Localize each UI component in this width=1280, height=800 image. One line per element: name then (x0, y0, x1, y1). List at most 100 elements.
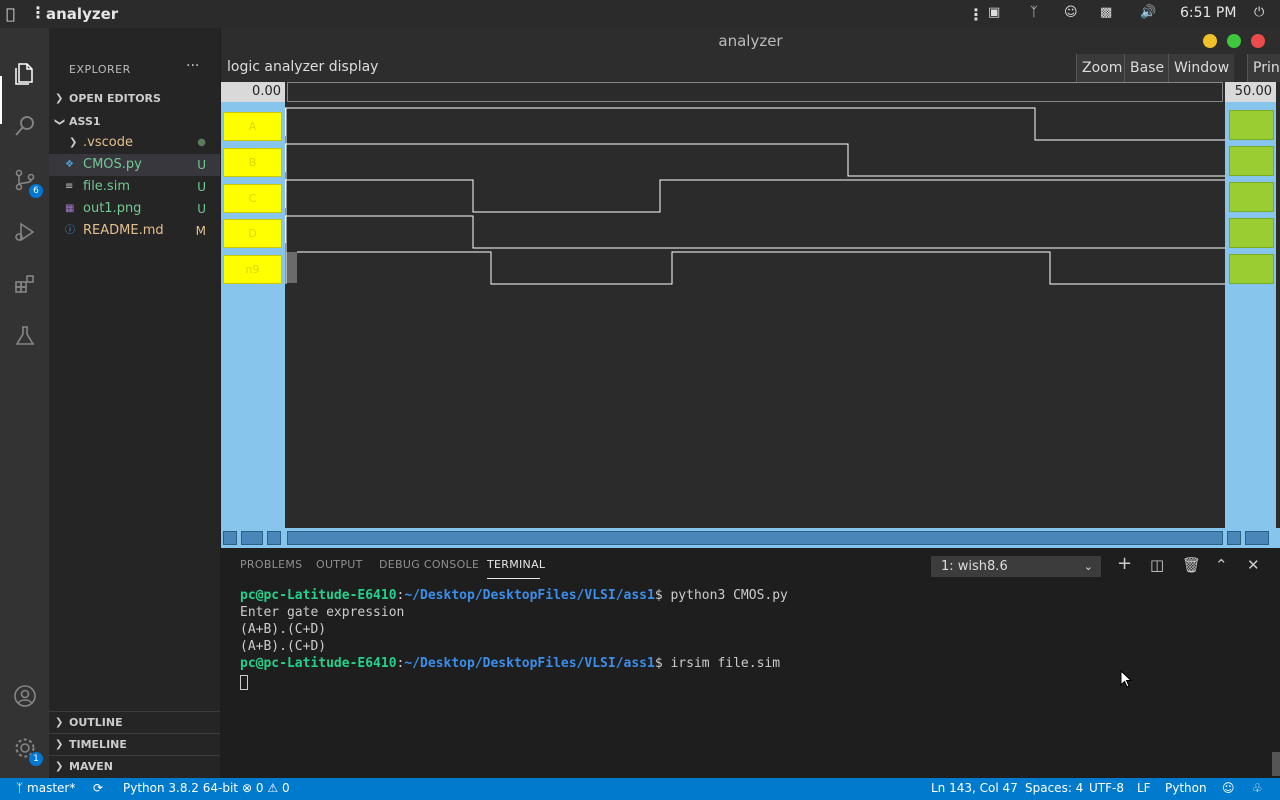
print-button[interactable]: Print (1247, 54, 1280, 82)
time-end: 50.00 (1225, 82, 1276, 102)
feedback-icon[interactable]: ☺ (1222, 781, 1235, 795)
signal-label-b[interactable]: B (223, 148, 282, 177)
testing-flask-icon[interactable] (11, 324, 39, 352)
section-outline[interactable]: ❯ OUTLINE (49, 711, 220, 733)
accounts-icon[interactable] (11, 684, 39, 712)
python-interpreter[interactable]: Python 3.8.2 64-bit (123, 781, 238, 795)
volume-icon[interactable]: 🔊 (1140, 5, 1156, 20)
scroll-right-button[interactable] (1227, 531, 1241, 545)
base-button[interactable]: Base (1124, 54, 1170, 82)
sidebar-title: EXPLORER (69, 63, 131, 76)
file-status: U (197, 202, 206, 216)
signal-label-n9[interactable]: n9 (223, 255, 282, 284)
end-of-line[interactable]: LF (1137, 781, 1151, 795)
close-panel-icon[interactable]: ✕ (1247, 556, 1260, 574)
warning-icon: ⚠ (267, 781, 279, 795)
image-file-icon: ▦ (65, 203, 75, 214)
scroll-full-left-button[interactable] (241, 531, 263, 545)
chevron-down-icon: ❯ (54, 117, 66, 127)
waveform-b (285, 143, 1225, 177)
cursor-position[interactable]: Ln 143, Col 47 (931, 781, 1018, 795)
tree-item-file-sim[interactable]: ≡ file.sim U (49, 176, 220, 198)
analyzer-title-bar[interactable]: analyzer (221, 28, 1280, 54)
window-button[interactable]: Window (1168, 54, 1235, 82)
display-label: logic analyzer display (227, 59, 379, 75)
terminal-line-4: (A+B).(C+D) (240, 639, 327, 654)
branch-status[interactable]: ᛉ master* (16, 781, 75, 795)
scroll-step-button[interactable] (267, 531, 281, 545)
error-icon: ⊗ (242, 781, 253, 795)
signal-label-c[interactable]: C (223, 184, 282, 213)
more-actions-icon[interactable]: ··· (186, 58, 199, 74)
tab-output[interactable]: OUTPUT (316, 558, 363, 571)
language-mode[interactable]: Python (1165, 781, 1207, 795)
power-icon[interactable]: ⏻ (1254, 5, 1264, 20)
apple-menu-icon[interactable]:  (6, 5, 15, 23)
clock[interactable]: 6:51 PM (1180, 5, 1236, 21)
section-project[interactable]: ❯ ASS1 (49, 111, 220, 133)
mouse-pointer-icon (1120, 670, 1133, 688)
new-terminal-plus-icon[interactable]: + (1117, 553, 1132, 574)
analyzer-window-title: analyzer (718, 32, 783, 50)
signal-value-d (1229, 218, 1274, 248)
terminal-line-1: pc@pc-Latitude-E6410:~/Desktop/DesktopFi… (240, 588, 788, 603)
terminal-selector[interactable]: 1: wish8.6 ⌄ (931, 556, 1101, 577)
file-name: out1.png (83, 201, 142, 216)
encoding[interactable]: UTF-8 (1089, 781, 1124, 795)
maximize-button[interactable] (1227, 34, 1241, 48)
wifi-icon[interactable]: ☺ (1064, 5, 1078, 20)
zoom-button[interactable]: Zoom (1076, 54, 1128, 82)
section-open-editors[interactable]: ❯ OPEN EDITORS (49, 88, 220, 110)
section-timeline[interactable]: ❯ TIMELINE (49, 733, 220, 755)
minimize-button[interactable] (1203, 34, 1217, 48)
waveform-d (285, 215, 1225, 249)
explorer-icon[interactable] (11, 62, 39, 90)
signal-value-b (1229, 146, 1274, 176)
problems-status[interactable]: ⊗ 0 ⚠ 0 (242, 781, 290, 795)
source-control-icon[interactable]: 6 (11, 168, 43, 198)
terminal-line-5: pc@pc-Latitude-E6410:~/Desktop/DesktopFi… (240, 656, 781, 671)
tree-item-vscode[interactable]: ❯ .vscode ● (49, 132, 220, 154)
activity-bar: 6 1 (0, 28, 49, 778)
run-debug-icon[interactable] (11, 220, 39, 248)
tree-item-readme-md[interactable]: ⓘ README.md M (49, 220, 220, 242)
signal-name-column: A B C D n9 (221, 102, 285, 528)
sync-icon[interactable]: ⟳ (93, 781, 103, 795)
terminal-cursor[interactable] (240, 675, 248, 690)
notifications-bell-icon[interactable]: ♧ (1252, 781, 1263, 795)
app-menu-dots-icon[interactable]: ⋮ (30, 3, 46, 22)
tree-item-cmos-py[interactable]: ❖ CMOS.py U (49, 154, 220, 176)
time-ruler[interactable] (287, 82, 1223, 102)
extensions-icon[interactable] (11, 272, 39, 300)
waveform-n9 (297, 251, 1225, 285)
signal-label-a[interactable]: A (223, 112, 282, 141)
horizontal-scrollbar[interactable] (287, 531, 1223, 545)
signal-label-d[interactable]: D (223, 219, 282, 248)
bluetooth-icon[interactable]: ᛉ (1030, 5, 1038, 20)
split-terminal-icon[interactable]: ◫ (1150, 556, 1164, 574)
tab-terminal[interactable]: TERMINAL (487, 558, 545, 571)
tab-problems[interactable]: PROBLEMS (240, 558, 302, 571)
scroll-full-right-button[interactable] (1245, 531, 1269, 545)
undefined-region-n9 (286, 252, 297, 283)
kill-terminal-trash-icon[interactable]: 🗑 (1182, 556, 1201, 574)
indentation[interactable]: Spaces: 4 (1025, 781, 1083, 795)
analyzer-canvas: 0.00 50.00 A B C D n9 (221, 82, 1280, 548)
settings-gear-icon[interactable]: 1 (11, 736, 43, 766)
active-app-name[interactable]: analyzer (46, 5, 118, 23)
close-button[interactable] (1251, 34, 1265, 48)
tab-debug-console[interactable]: DEBUG CONSOLE (379, 558, 479, 571)
status-bar: ᛉ master* ⟳ Python 3.8.2 64-bit ⊗ 0 ⚠ 0 … (0, 778, 1280, 800)
scroll-left-button[interactable] (223, 531, 237, 545)
section-maven[interactable]: ❯ MAVEN (49, 755, 220, 777)
tray-app-icon[interactable]: ▣ (988, 5, 1000, 20)
maximize-panel-chevron-up-icon[interactable]: ⌃ (1215, 556, 1228, 574)
file-status: ● (197, 137, 206, 148)
battery-icon[interactable]: ▩ (1100, 5, 1112, 20)
terminal-scrollbar[interactable] (1272, 752, 1280, 776)
analyzer-menu-bar: logic analyzer display Zoom Base Window … (221, 54, 1280, 82)
search-icon[interactable] (11, 114, 39, 142)
settings-badge: 1 (29, 752, 43, 766)
tray-menu-dots-icon[interactable]: ⋮ (968, 5, 984, 24)
tree-item-out1-png[interactable]: ▦ out1.png U (49, 198, 220, 220)
